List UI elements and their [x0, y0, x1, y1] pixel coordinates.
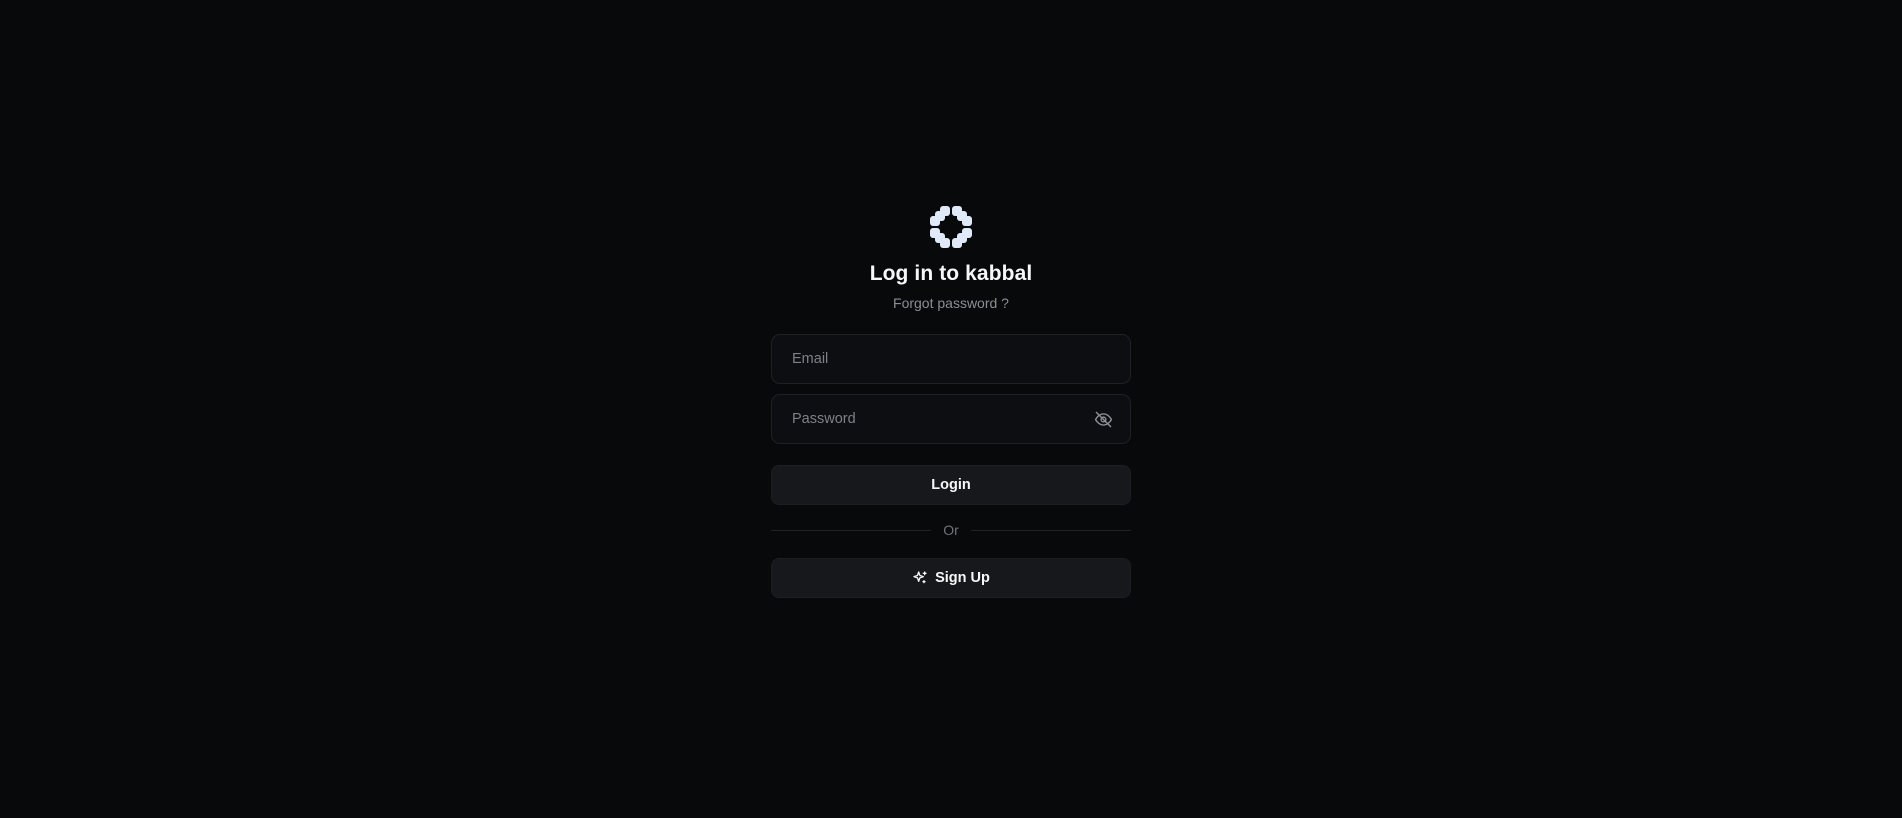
login-button-label: Login [931, 477, 971, 493]
page-title: Log in to kabbal [869, 262, 1033, 285]
signup-button[interactable]: Sign Up [771, 558, 1131, 598]
password-field-container [771, 394, 1131, 444]
divider-label: Or [943, 522, 959, 538]
sparkles-icon [912, 570, 928, 586]
kabbal-logo-icon [930, 206, 972, 248]
or-divider: Or [771, 521, 1131, 539]
login-card: Log in to kabbal Forgot password ? Login… [771, 206, 1131, 598]
divider-line-left [771, 529, 932, 531]
divider-line-right [970, 529, 1131, 531]
eye-off-icon[interactable] [1092, 408, 1114, 430]
login-button[interactable]: Login [771, 465, 1131, 505]
email-field-container [771, 334, 1131, 384]
forgot-password-link[interactable]: Forgot password ? [893, 294, 1009, 312]
password-field[interactable] [792, 395, 1092, 443]
login-page: Log in to kabbal Forgot password ? Login… [0, 0, 1902, 818]
signup-button-label: Sign Up [935, 570, 990, 586]
email-field[interactable] [792, 335, 1110, 383]
